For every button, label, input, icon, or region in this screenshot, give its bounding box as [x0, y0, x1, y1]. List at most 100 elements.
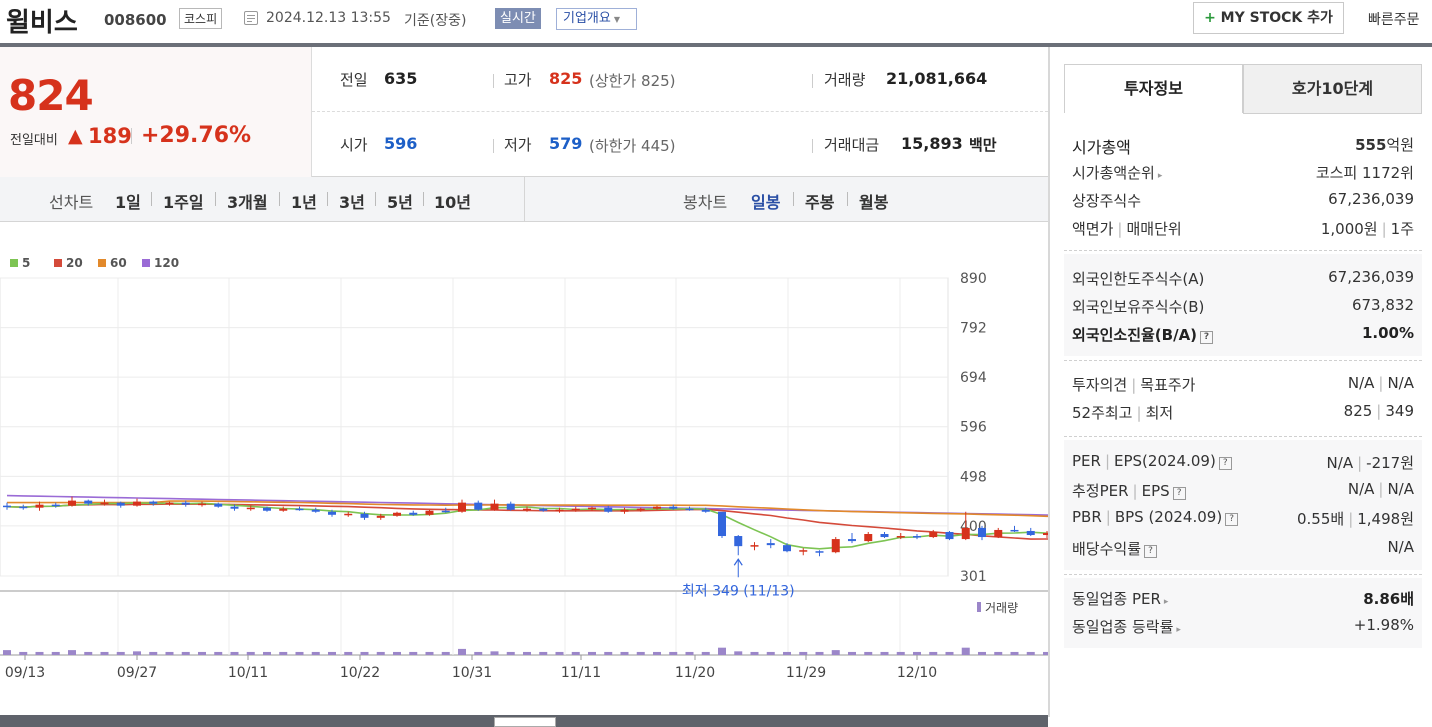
volume-bar [198, 651, 206, 655]
help-icon[interactable]: ? [1218, 457, 1232, 470]
market-cap-unit: 억원 [1386, 136, 1414, 154]
volume-bar [669, 651, 678, 655]
volume-bar [848, 651, 856, 655]
dividend-label: 배당수익률 [1072, 540, 1142, 558]
high-label: 고가 [504, 71, 532, 89]
chart-scroll-handle[interactable] [494, 717, 556, 727]
sector-per-label[interactable]: 동일업종 PER [1072, 590, 1161, 608]
candle-body [393, 512, 401, 516]
period-monthly[interactable]: 월봉 [859, 189, 888, 213]
range-3m[interactable]: 3개월 [227, 189, 268, 213]
volume-bar [214, 651, 223, 655]
volume-bar [474, 651, 483, 655]
legend-swatch [10, 259, 18, 267]
company-overview-button[interactable]: 기업개요 ▼ [556, 8, 637, 30]
chevron-right-icon: ▸ [1176, 625, 1181, 635]
shares-row: 상장주식수 67,236,039 [1064, 186, 1422, 214]
candle-body [181, 502, 190, 505]
candle-body [620, 509, 629, 512]
low-label: 저가 [504, 136, 532, 154]
candle-body [458, 502, 466, 512]
volume-bar [571, 651, 580, 655]
candle-body [750, 545, 759, 547]
candle-body [360, 513, 369, 518]
volume-bar [328, 651, 336, 655]
est-eps-value: N/A [1387, 480, 1414, 498]
bps-label: BPS (2024.09) [1114, 508, 1223, 526]
volume-bar [490, 651, 499, 655]
market-badge: 코스피 [179, 8, 223, 29]
stock-code: 008600 [104, 11, 167, 29]
help-icon[interactable]: ? [1200, 331, 1214, 344]
range-1y[interactable]: 1년 [291, 189, 317, 213]
quick-order-link[interactable]: 빠른주문 [1368, 9, 1420, 29]
target-label: 목표주가 [1140, 376, 1196, 394]
candle-body [344, 513, 353, 516]
legend-label: 20 [66, 256, 83, 270]
price-chart[interactable]: 89079269459649840030152060120최고 825 (12/… [0, 245, 1198, 715]
range-10y[interactable]: 10년 [434, 189, 471, 213]
volume-bar [685, 651, 694, 655]
foreign-ratio-label: 외국인소진율(B/A) [1072, 326, 1198, 344]
volume-bar [523, 651, 531, 655]
candle-body [1010, 529, 1019, 532]
foreign-ratio-value: 1.00% [1361, 324, 1414, 342]
up-triangle-icon: ▲ [68, 125, 83, 147]
foreign-hold-value: 673,832 [1351, 296, 1414, 314]
volume-bar [978, 651, 986, 655]
candle-body [84, 500, 93, 504]
volume-bar [279, 651, 288, 655]
candle-body [929, 531, 938, 538]
candle-body [571, 508, 580, 511]
tab-order-book[interactable]: 호가10단계 [1243, 64, 1422, 114]
prev-close-label: 전일 [340, 71, 368, 89]
help-icon[interactable]: ? [1172, 487, 1186, 500]
period-weekly[interactable]: 주봉 [805, 189, 834, 213]
per-row: PER | EPS(2024.09)? N/A | -217원 [1072, 452, 1414, 472]
add-mystock-button[interactable]: + MY STOCK 추가 [1193, 2, 1344, 34]
prev-close-value: 635 [384, 69, 418, 88]
volume-bar [945, 651, 954, 655]
candle-body [945, 531, 954, 540]
caret-down-icon: ▼ [613, 15, 620, 24]
volume-bar [116, 651, 125, 655]
tab-invest-info[interactable]: 투자정보 [1064, 64, 1243, 114]
range-5y[interactable]: 5년 [387, 189, 413, 213]
realtime-button[interactable]: 실시간 [495, 8, 541, 29]
candle-body [35, 504, 44, 508]
x-tick-label: 09/13 [5, 665, 45, 681]
period-daily[interactable]: 일봉 [751, 189, 780, 213]
week52-low-label: 최저 [1145, 404, 1174, 422]
opinion-row: 투자의견 | 목표주가 N/A | N/A [1072, 374, 1414, 394]
volume-bar [636, 651, 645, 655]
volume-bar [165, 651, 174, 655]
candle-body [441, 510, 450, 513]
y-tick-label: 498 [960, 469, 987, 485]
range-3y[interactable]: 3년 [339, 189, 365, 213]
range-1w[interactable]: 1주일 [163, 189, 204, 213]
foreign-hold-row: 외국인보유주식수(B) 673,832 [1064, 292, 1422, 320]
candle-body [149, 501, 158, 504]
volume-bar [718, 647, 726, 655]
chart-scroll-bar[interactable] [0, 715, 1048, 727]
stock-name: 윌비스 [6, 8, 78, 38]
candle-body [1026, 530, 1035, 536]
range-1d[interactable]: 1일 [115, 189, 141, 213]
rank-value: 코스피 1172위 [1315, 164, 1414, 182]
rank-label[interactable]: 시가총액순위 [1072, 164, 1155, 182]
sector-change-value: +1.98% [1353, 616, 1414, 634]
eps-value: -217원 [1366, 454, 1414, 472]
legend-label: 120 [154, 256, 179, 270]
per-value: N/A [1326, 454, 1354, 472]
current-price: 824 [8, 71, 94, 120]
opinion-label: 투자의견 [1072, 376, 1128, 394]
candle-body [263, 507, 271, 511]
candle-body [51, 504, 60, 507]
candle-body [978, 527, 986, 538]
help-icon[interactable]: ? [1144, 545, 1158, 558]
candle-body [68, 500, 76, 506]
sector-change-label[interactable]: 동일업종 등락률 [1072, 618, 1173, 636]
help-icon[interactable]: ? [1225, 513, 1239, 526]
price-summary: 824 전일대비 ▲ 189 +29.76% 전일 635 고가 825 (상한… [0, 47, 1048, 177]
volume-bar [880, 651, 889, 655]
